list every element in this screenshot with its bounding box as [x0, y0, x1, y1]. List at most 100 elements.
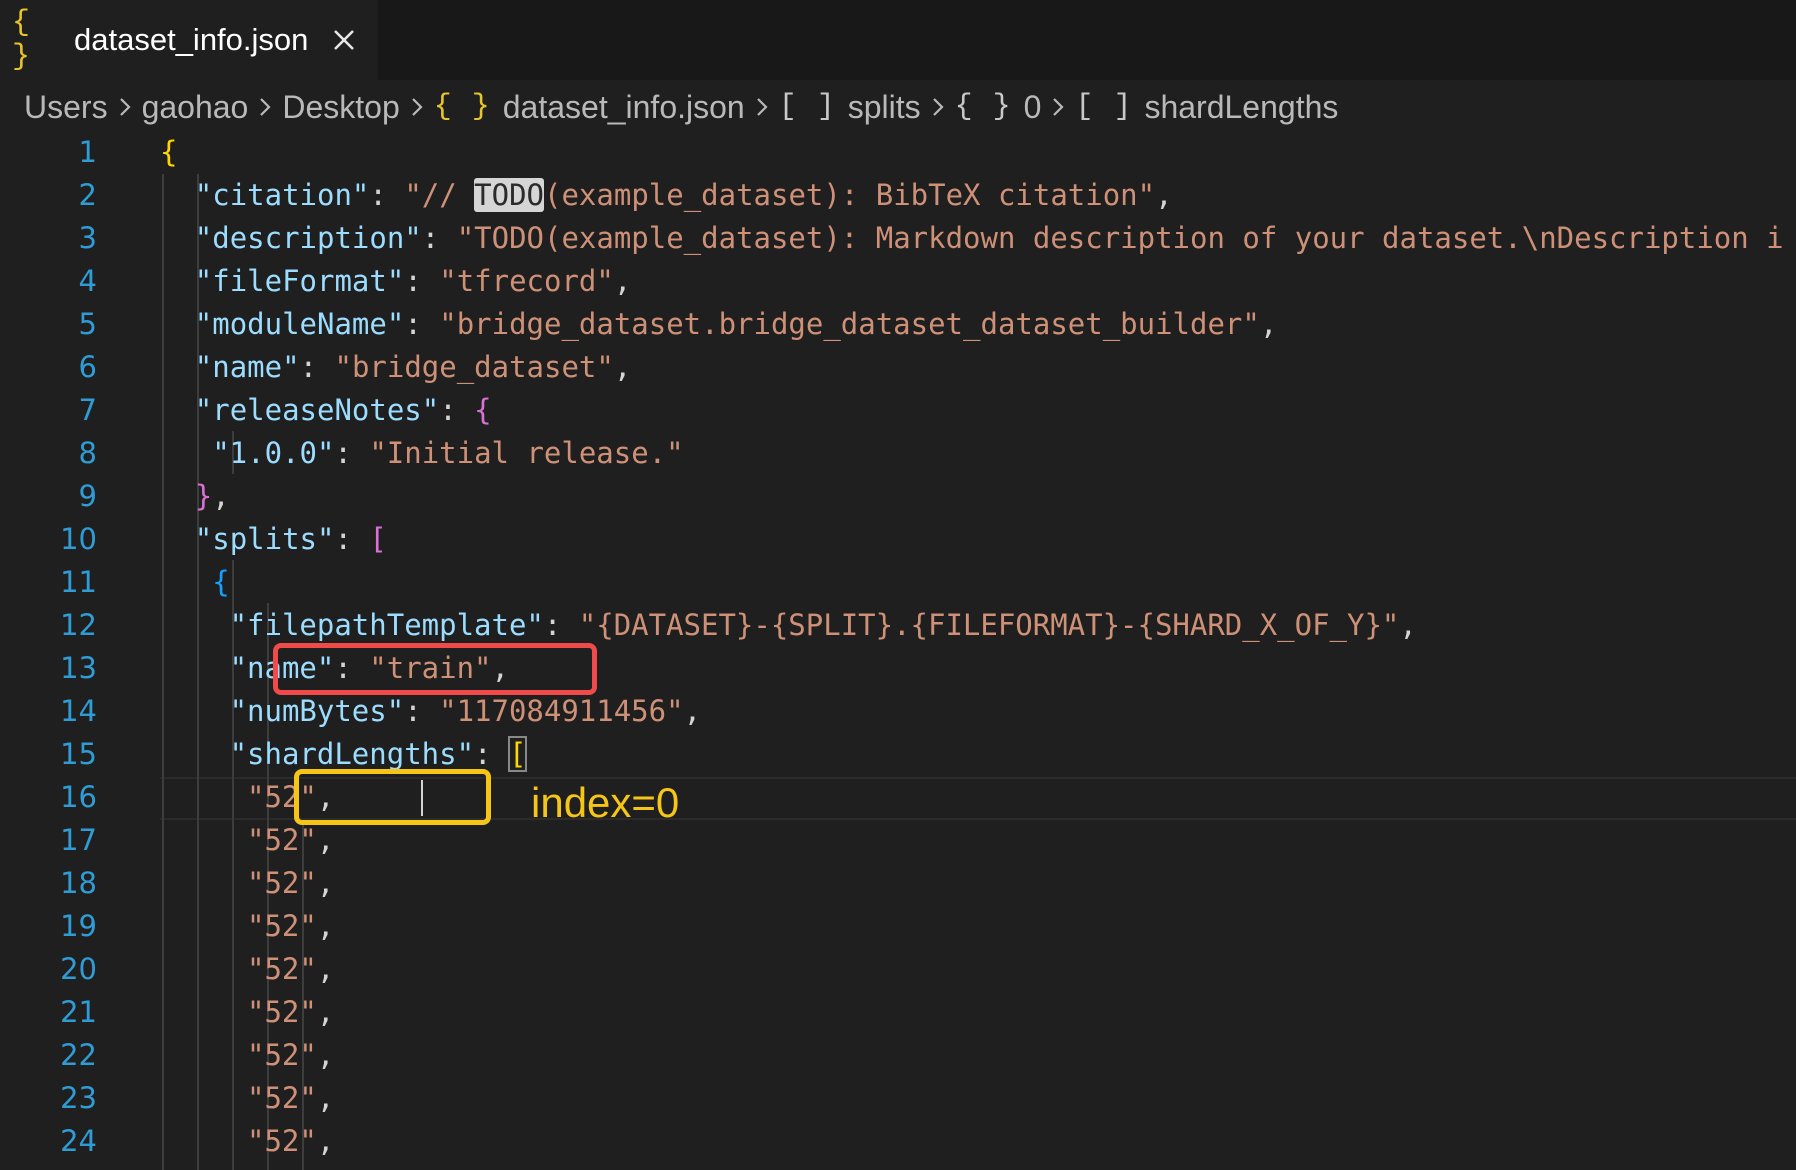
close-icon[interactable]	[324, 20, 364, 60]
punctuation: ,	[1399, 608, 1417, 642]
json-string: "bridge_dataset.bridge_dataset_dataset_b…	[439, 307, 1260, 341]
code-editor[interactable]: 1{ 2 "citation": "// TODO(example_dataset)…	[0, 131, 1796, 1170]
punctuation: :	[421, 221, 457, 255]
json-string: "52"	[247, 952, 317, 986]
code-line[interactable]: 18 "52",	[0, 862, 1796, 905]
breadcrumb-item[interactable]: { } 0	[955, 89, 1042, 126]
chevron-right-icon	[411, 98, 423, 116]
json-key: "splits"	[194, 522, 335, 556]
json-string: "{DATASET}-{SPLIT}.{FILEFORMAT}-{SHARD_X…	[578, 608, 1400, 642]
chevron-right-icon	[119, 98, 131, 116]
chevron-right-icon	[260, 98, 271, 116]
line-number: 15	[60, 737, 97, 771]
code-line[interactable]: 4 "fileFormat": "tfrecord",	[0, 260, 1796, 303]
code-line[interactable]: 14 "numBytes": "117084911456",	[0, 690, 1796, 733]
breadcrumb: Users gaohao Desktop { } dataset_info.json [ …	[24, 83, 1338, 131]
tab-label: dataset_info.json	[74, 22, 309, 57]
code-line[interactable]: 3 "description": "TODO(example_dataset): …	[0, 217, 1796, 260]
code-text: {	[160, 131, 177, 174]
code-line[interactable]: 7 "releaseNotes": {	[0, 389, 1796, 432]
code-line[interactable]: 20 "52",	[0, 948, 1796, 991]
line-number: 4	[78, 264, 97, 298]
code-line[interactable]: 16 "52",	[0, 776, 1796, 819]
bracket: {	[212, 565, 230, 599]
code-text: "52",	[247, 862, 334, 905]
punctuation: :	[334, 436, 370, 470]
line-number: 24	[60, 1124, 97, 1158]
breadcrumb-label: shardLengths	[1144, 88, 1339, 125]
line-number: 22	[60, 1038, 97, 1072]
line-number: 6	[78, 350, 97, 384]
chevron-right-icon	[932, 98, 944, 116]
json-key: "description"	[194, 221, 422, 255]
code-line[interactable]: 11 {	[0, 561, 1796, 604]
breadcrumb-item[interactable]: Users	[24, 89, 108, 126]
breadcrumb-item[interactable]: { } dataset_info.json	[434, 89, 745, 126]
punctuation: :	[404, 694, 440, 728]
tab-bar: { } dataset_info.json	[0, 0, 1796, 80]
line-number: 23	[60, 1081, 97, 1115]
code-line[interactable]: 17 "52",	[0, 819, 1796, 862]
breadcrumb-item[interactable]: [ ] splits	[779, 89, 921, 126]
code-line[interactable]: 24 "52",	[0, 1120, 1796, 1163]
annotation-red-box	[273, 643, 597, 695]
code-line[interactable]: 23 "52",	[0, 1077, 1796, 1120]
breadcrumb-label: Desktop	[282, 88, 400, 125]
json-key: "moduleName"	[194, 307, 405, 341]
code-line[interactable]: 15 "shardLengths": [	[0, 733, 1796, 776]
json-string: "tfrecord"	[439, 264, 614, 298]
chevron-right-icon	[1053, 98, 1064, 116]
json-string: "bridge_dataset"	[334, 350, 614, 384]
json-string: "TODO(example_dataset): Markdown descrip…	[456, 221, 1784, 255]
code-line[interactable]: 5 "moduleName": "bridge_dataset.bridge_da…	[0, 303, 1796, 346]
tab-dataset-info-json[interactable]: { } dataset_info.json	[0, 0, 378, 80]
code-line[interactable]: 9},	[0, 475, 1796, 518]
chevron-right-icon	[756, 98, 768, 116]
json-string: "52"	[247, 1038, 317, 1072]
line-number: 3	[78, 221, 97, 255]
line-number: 21	[60, 995, 97, 1029]
code-text: "citation": "// TODO(example_dataset): B…	[195, 174, 1173, 217]
line-number: 7	[78, 393, 97, 427]
line-number: 12	[60, 608, 97, 642]
punctuation: :	[299, 350, 335, 384]
code-line[interactable]: 8 "1.0.0": "Initial release."	[0, 432, 1796, 475]
bracket: {	[160, 135, 178, 169]
object-icon: { }	[433, 90, 491, 124]
punctuation: ,	[316, 995, 335, 1029]
breadcrumb-label: splits	[847, 88, 921, 125]
json-string: "52"	[247, 909, 317, 943]
line-number: 20	[60, 952, 97, 986]
code-line[interactable]: 1{	[0, 131, 1796, 174]
punctuation: ,	[613, 350, 632, 384]
bracket: {	[474, 393, 492, 427]
line-number: 19	[60, 909, 97, 943]
json-string: "//	[404, 178, 475, 212]
punctuation: :	[439, 393, 475, 427]
code-text: "52",	[247, 948, 334, 991]
code-line[interactable]: 21 "52",	[0, 991, 1796, 1034]
code-line[interactable]: 22 "52",	[0, 1034, 1796, 1077]
annotation-yellow-box	[294, 769, 491, 825]
code-text: "filepathTemplate": "{DATASET}-{SPLIT}.{…	[230, 604, 1417, 647]
code-line[interactable]: 10 "splits": [	[0, 518, 1796, 561]
breadcrumb-item[interactable]: [ ] shardLengths	[1075, 89, 1338, 126]
code-line[interactable]: 19 "52",	[0, 905, 1796, 948]
json-key: "numBytes"	[229, 694, 405, 728]
code-text: {	[212, 561, 229, 604]
breadcrumb-item[interactable]: Desktop	[282, 89, 399, 126]
code-line[interactable]: 12 "filepathTemplate": "{DATASET}-{SPLIT}…	[0, 604, 1796, 647]
line-number: 5	[78, 307, 97, 341]
array-icon: [ ]	[1075, 90, 1133, 124]
json-string: (example_dataset): BibTeX citation"	[544, 178, 1156, 212]
punctuation: ,	[613, 264, 632, 298]
line-number: 13	[60, 651, 97, 685]
code-text: "1.0.0": "Initial release."	[212, 432, 683, 475]
breadcrumb-item[interactable]: gaohao	[142, 89, 249, 126]
line-number: 2	[78, 178, 97, 212]
code-line[interactable]: 2 "citation": "// TODO(example_dataset): …	[0, 174, 1796, 217]
code-line[interactable]: 6 "name": "bridge_dataset",	[0, 346, 1796, 389]
json-key: "releaseNotes"	[194, 393, 440, 427]
code-line[interactable]: 13 "name": "train",	[0, 647, 1796, 690]
line-number: 18	[60, 866, 97, 900]
